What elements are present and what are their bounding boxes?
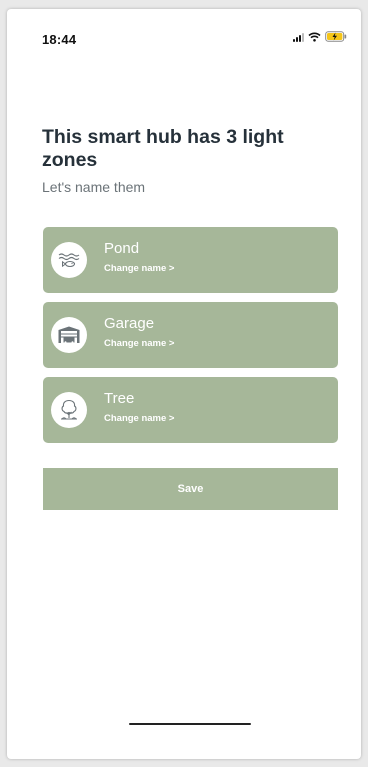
home-indicator [129, 723, 251, 725]
battery-charging-icon [325, 31, 347, 42]
change-name-link[interactable]: Change name > [104, 338, 174, 349]
page-subtitle: Let's name them [42, 179, 146, 195]
change-name-link[interactable]: Change name > [104, 263, 174, 274]
zone-name: Tree [104, 390, 135, 407]
garage-icon [51, 317, 87, 353]
signal-icon [293, 32, 304, 42]
status-bar: 18:44 [7, 9, 361, 53]
zone-card-tree[interactable]: Tree Change name > [43, 377, 338, 443]
page-title: This smart hub has 3 light zones [42, 126, 284, 171]
tree-icon [51, 392, 87, 428]
zone-name: Garage [104, 315, 155, 332]
save-button[interactable]: Save [43, 468, 338, 510]
zone-card-garage[interactable]: Garage Change name > [43, 302, 338, 368]
zone-name: Pond [104, 240, 140, 257]
status-icons [293, 31, 347, 42]
zone-card-pond[interactable]: Pond Change name > [43, 227, 338, 293]
status-time: 18:44 [42, 32, 77, 47]
change-name-link[interactable]: Change name > [104, 413, 174, 424]
pond-icon [51, 242, 87, 278]
wifi-icon [308, 32, 321, 42]
phone-screen: 18:44 This smart hub has 3 light zones L… [7, 9, 361, 759]
